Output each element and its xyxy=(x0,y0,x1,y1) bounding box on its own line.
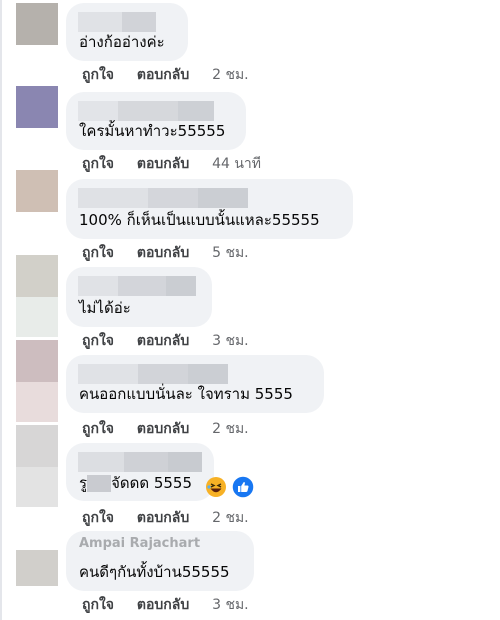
comment-actions: ถูกใจ ตอบกลับ 2 ชม. xyxy=(82,66,267,84)
avatar[interactable] xyxy=(16,340,58,382)
commenter-name-blurred[interactable] xyxy=(78,12,156,32)
reply-link[interactable]: ตอบกลับ xyxy=(137,333,189,349)
commenter-name-blurred[interactable] xyxy=(78,452,202,472)
timestamp[interactable]: 3 ชม. xyxy=(212,333,249,349)
comment-bubble: ใครมั้นหาทำวะ55555 xyxy=(66,92,246,150)
commenter-name-blurred[interactable] xyxy=(78,364,228,384)
like-link[interactable]: ถูกใจ xyxy=(82,421,114,437)
timestamp[interactable]: 5 ชม. xyxy=(212,245,249,261)
comment-actions: ถูกใจ ตอบกลับ 44 นาที xyxy=(82,155,279,173)
timestamp[interactable]: 44 นาที xyxy=(212,156,261,172)
comment-text: คนออกแบบนั่นละ ใจทราม 5555 xyxy=(79,385,293,403)
reply-link[interactable]: ตอบกลับ xyxy=(137,156,189,172)
avatar-background xyxy=(16,382,58,422)
commenter-name-blurred[interactable] xyxy=(78,188,248,208)
comment-text: ใครมั้นหาทำวะ55555 xyxy=(79,122,226,140)
like-link[interactable]: ถูกใจ xyxy=(82,597,114,613)
timestamp[interactable]: 2 ชม. xyxy=(212,421,249,437)
comment-text-end: จัดดด 5555 xyxy=(111,474,193,492)
reply-link[interactable]: ตอบกลับ xyxy=(137,421,189,437)
comment-actions: ถูกใจ ตอบกลับ 2 ชม. xyxy=(82,509,267,527)
reactions-summary[interactable] xyxy=(205,475,257,499)
commenter-name-partial[interactable]: Ampai Rajachart xyxy=(79,536,200,551)
comment-bubble: 100% ก็เห็นเป็นแบบนั้นแหละ55555 xyxy=(66,179,353,239)
comment-actions: ถูกใจ ตอบกลับ 3 ชม. xyxy=(82,596,267,614)
avatar-background xyxy=(16,297,58,337)
avatar[interactable] xyxy=(16,550,58,586)
reply-link[interactable]: ตอบกลับ xyxy=(137,510,189,526)
comment-bubble: รู จัดดด 5555 xyxy=(66,443,214,501)
reply-link[interactable]: ตอบกลับ xyxy=(137,245,189,261)
reply-link[interactable]: ตอบกลับ xyxy=(137,597,189,613)
avatar[interactable] xyxy=(16,170,58,212)
blurred-mention[interactable] xyxy=(87,475,112,492)
commenter-name-blurred[interactable] xyxy=(78,101,214,121)
comment-bubble: คนออกแบบนั่นละ ใจทราม 5555 xyxy=(66,355,324,413)
comment-text-start: รู xyxy=(79,474,88,492)
avatar[interactable] xyxy=(16,3,58,45)
reply-link[interactable]: ตอบกลับ xyxy=(137,67,189,83)
comment-actions: ถูกใจ ตอบกลับ 5 ชม. xyxy=(82,244,267,262)
avatar[interactable] xyxy=(16,86,58,128)
avatar[interactable] xyxy=(16,425,58,467)
comment-bubble: ไม่ได้อ่ะ xyxy=(66,267,212,327)
comment-text: 100% ก็เห็นเป็นแบบนั้นแหละ55555 xyxy=(79,211,320,229)
comment-text: อ่างก้ออ่างค่ะ xyxy=(79,33,165,51)
timestamp[interactable]: 2 ชม. xyxy=(212,510,249,526)
comment-actions: ถูกใจ ตอบกลับ 2 ชม. xyxy=(82,420,267,438)
left-edge-divider xyxy=(0,0,2,620)
avatar-background xyxy=(16,467,58,507)
timestamp[interactable]: 2 ชม. xyxy=(212,67,249,83)
comment-bubble: Ampai Rajachart คนดีๆกันทั้งบ้าน55555 xyxy=(66,531,254,591)
like-link[interactable]: ถูกใจ xyxy=(82,510,114,526)
comment-text: คนดีๆกันทั้งบ้าน55555 xyxy=(79,563,230,581)
like-icon xyxy=(231,475,255,499)
comment-bubble: อ่างก้ออ่างค่ะ xyxy=(66,3,188,61)
haha-icon xyxy=(206,477,226,497)
comment-text: รู จัดดด 5555 xyxy=(79,473,192,493)
like-link[interactable]: ถูกใจ xyxy=(82,156,114,172)
commenter-name-blurred[interactable] xyxy=(78,276,196,296)
like-link[interactable]: ถูกใจ xyxy=(82,245,114,261)
like-link[interactable]: ถูกใจ xyxy=(82,333,114,349)
like-link[interactable]: ถูกใจ xyxy=(82,67,114,83)
timestamp[interactable]: 3 ชม. xyxy=(212,597,249,613)
comment-actions: ถูกใจ ตอบกลับ 3 ชม. xyxy=(82,332,267,350)
avatar[interactable] xyxy=(16,255,58,297)
comment-text: ไม่ได้อ่ะ xyxy=(79,299,131,317)
